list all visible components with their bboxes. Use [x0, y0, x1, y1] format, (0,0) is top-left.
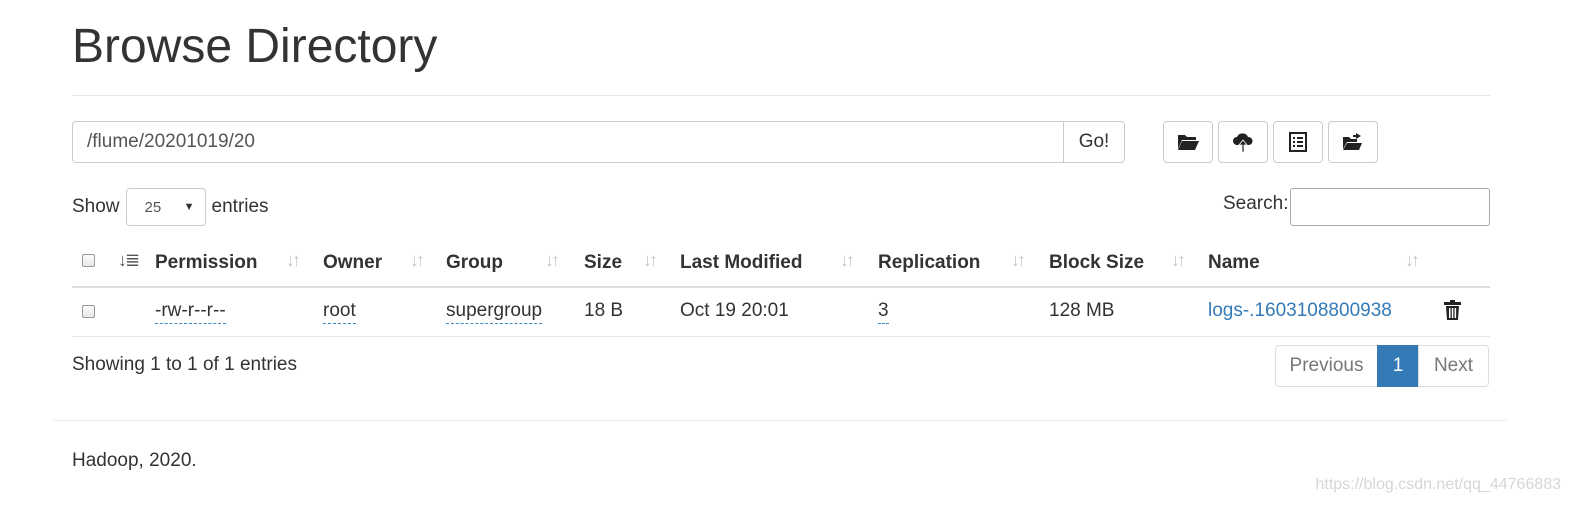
sort-icon[interactable]: ↓↑: [1405, 250, 1420, 271]
sort-icon[interactable]: ↓↑: [545, 250, 560, 271]
select-all-checkbox[interactable]: [82, 254, 95, 267]
search-label: Search:: [1223, 193, 1289, 214]
go-button[interactable]: Go!: [1063, 121, 1125, 163]
column-header-replication[interactable]: Replication: [878, 252, 980, 274]
column-header-last-modified[interactable]: Last Modified: [680, 252, 802, 274]
sort-icon[interactable]: ↓↑: [410, 250, 425, 271]
sort-icon[interactable]: ↓↑: [1011, 250, 1026, 271]
upload-files-button[interactable]: [1218, 121, 1268, 163]
footer-text: Hadoop, 2020.: [72, 450, 197, 471]
entries-select-value: 25: [144, 198, 162, 216]
title-divider: [72, 95, 1490, 96]
cut-paste-button[interactable]: [1328, 121, 1378, 163]
sort-icon[interactable]: ↓↑: [286, 250, 301, 271]
group-cell[interactable]: supergroup: [446, 300, 543, 324]
row-select-checkbox[interactable]: [82, 305, 95, 318]
delete-file-button[interactable]: [1444, 300, 1461, 326]
footer-divider: [52, 420, 1507, 421]
last-modified-cell: Oct 19 20:01: [680, 300, 789, 321]
column-header-block-size[interactable]: Block Size: [1049, 252, 1144, 274]
entries-length-control: Show 25 ▼ entries: [72, 188, 269, 226]
pagination: Previous 1 Next: [1275, 345, 1489, 387]
column-header-group[interactable]: Group: [446, 252, 503, 274]
sort-icon[interactable]: ↓↑: [643, 250, 658, 271]
show-label: Show: [72, 196, 120, 217]
column-header-name[interactable]: Name: [1208, 252, 1260, 274]
owner-cell[interactable]: root: [323, 300, 356, 324]
page-title: Browse Directory: [72, 20, 438, 73]
sort-ascending-icon[interactable]: ↓≣: [118, 250, 140, 271]
create-directory-button[interactable]: [1163, 121, 1213, 163]
sort-icon[interactable]: ↓↑: [1171, 250, 1186, 271]
list-alt-icon: [1289, 132, 1307, 152]
next-page-button[interactable]: Next: [1418, 345, 1489, 387]
sort-icon[interactable]: ↓↑: [840, 250, 855, 271]
caret-down-icon: ▼: [183, 201, 195, 213]
column-header-size[interactable]: Size: [584, 252, 622, 274]
view-list-button[interactable]: [1273, 121, 1323, 163]
folder-open-icon: [1178, 135, 1199, 150]
block-size-cell: 128 MB: [1049, 300, 1115, 321]
column-header-permission[interactable]: Permission: [155, 252, 257, 274]
search-input[interactable]: [1290, 188, 1490, 226]
cloud-upload-icon: [1233, 133, 1253, 153]
file-table: ↓≣ Permission ↓↑ Owner ↓↑ Group ↓↑ Size …: [72, 240, 1490, 337]
table-info: Showing 1 to 1 of 1 entries: [72, 354, 297, 375]
previous-page-button[interactable]: Previous: [1275, 345, 1378, 387]
size-cell: 18 B: [584, 300, 624, 321]
table-header: ↓≣ Permission ↓↑ Owner ↓↑ Group ↓↑ Size …: [72, 240, 1490, 288]
folder-move-icon: [1343, 133, 1362, 150]
entries-label: entries: [211, 196, 269, 217]
path-bar: Go!: [72, 121, 1125, 163]
file-name-link[interactable]: logs-.1603108800938: [1208, 300, 1392, 322]
browse-directory-page: Browse Directory Go!: [0, 0, 1575, 506]
table-row: -rw-r--r-- root supergroup 18 B Oct 19 2…: [72, 288, 1490, 337]
entries-select[interactable]: 25 ▼: [125, 188, 206, 226]
column-header-owner[interactable]: Owner: [323, 252, 382, 274]
watermark-text: https://blog.csdn.net/qq_44766883: [1315, 476, 1561, 493]
replication-cell[interactable]: 3: [878, 300, 889, 324]
trash-icon: [1444, 300, 1461, 320]
page-1-button[interactable]: 1: [1377, 345, 1419, 387]
permission-cell[interactable]: -rw-r--r--: [155, 300, 226, 324]
path-input[interactable]: [72, 121, 1063, 163]
